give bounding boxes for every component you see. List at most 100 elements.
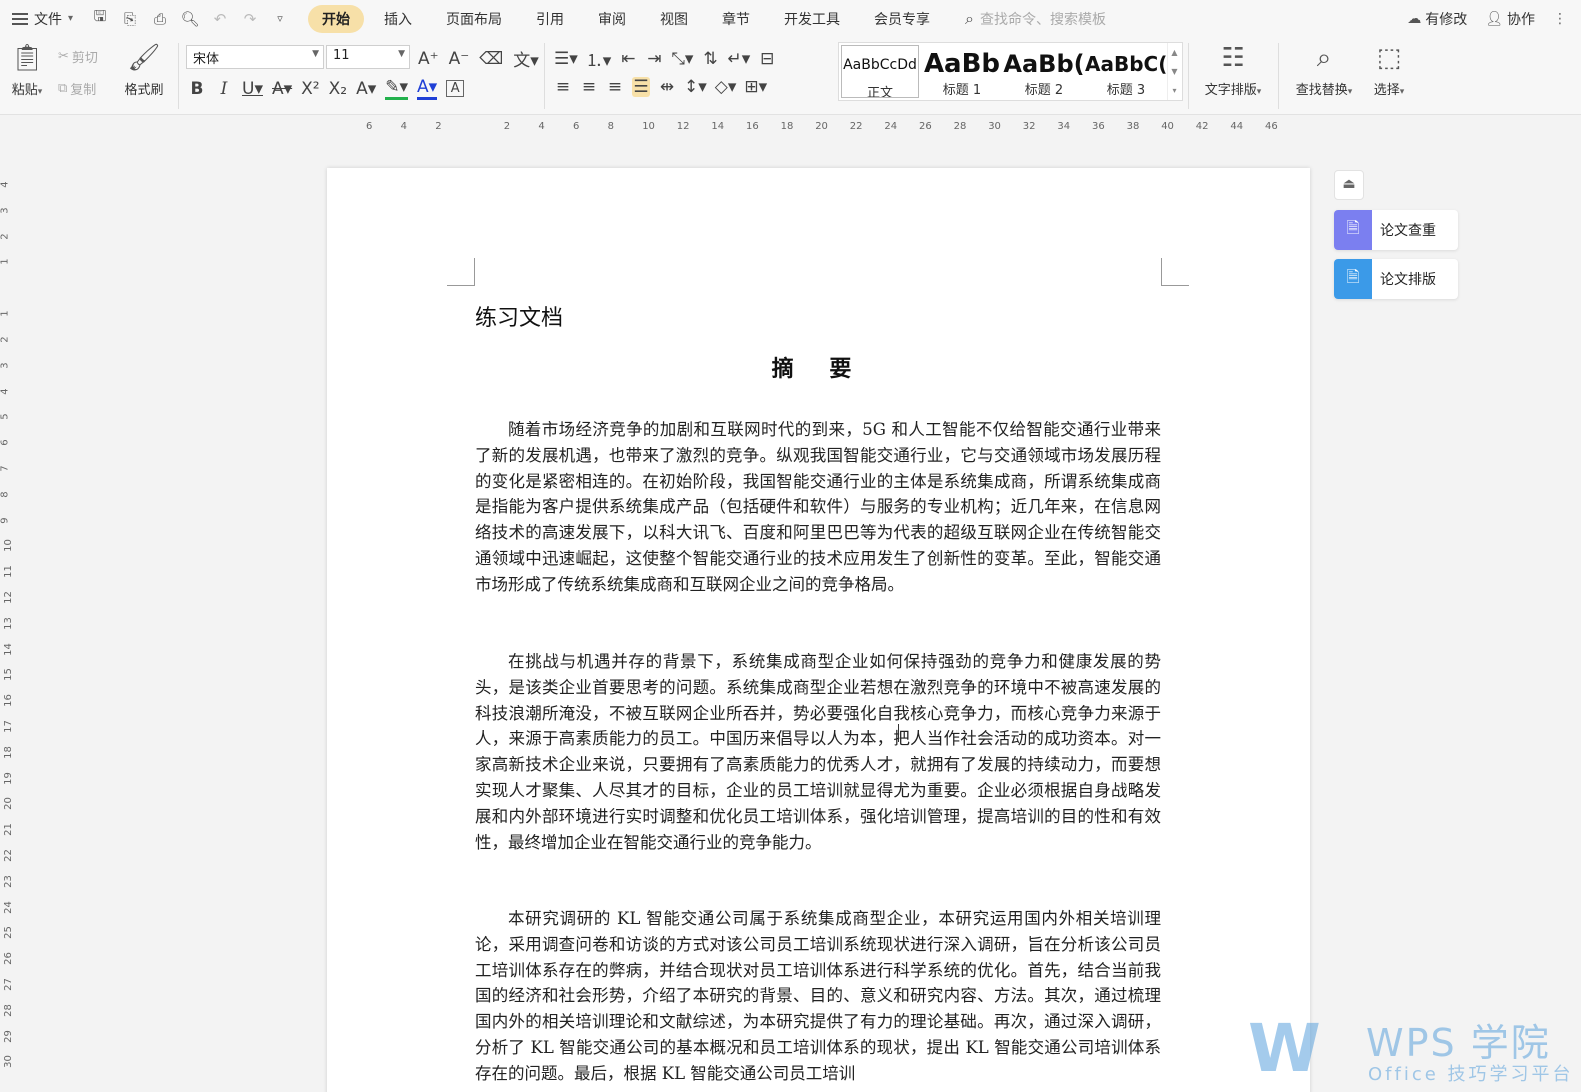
- tab-review[interactable]: 审阅: [584, 5, 640, 33]
- subscript-icon[interactable]: X₂: [329, 79, 347, 99]
- pinyin-icon[interactable]: 文▾: [513, 46, 539, 71]
- styles-scroll[interactable]: ▲ ▼ ▾: [1167, 43, 1181, 100]
- watermark-brand: WPS 学院: [1366, 1021, 1551, 1065]
- underline-icon[interactable]: U▾: [242, 79, 263, 99]
- document-page[interactable]: 练习文档 摘 要 随着市场经济竞争的加剧和互联网时代的到来，5G 和人工智能不仅…: [327, 168, 1310, 1092]
- plagiarism-check-button[interactable]: 🗎 论文查重: [1334, 210, 1458, 250]
- ruler-number: 6: [0, 439, 11, 446]
- align-right-icon[interactable]: ≡: [606, 77, 624, 97]
- expand-styles-icon[interactable]: ▾: [1168, 81, 1181, 100]
- style-heading-2[interactable]: AaBb( 标题 2: [1003, 43, 1085, 100]
- tab-insert[interactable]: 插入: [370, 5, 426, 33]
- grow-font-icon[interactable]: A⁺: [418, 49, 439, 69]
- tab-ruler-icon[interactable]: ⊟: [758, 49, 776, 69]
- chevron-down-icon: ▼: [312, 49, 319, 59]
- divider: [544, 43, 545, 109]
- hamburger-icon: [12, 12, 28, 25]
- menu-bar: 文件 ▾ 🖫 ⎘ ⎙ 🔍︎ ↶ ↷ ▿ 开始 插入 页面布局 引用 审阅 视图 …: [0, 0, 1581, 37]
- find-replace-button[interactable]: ⌕ 查找替换▾: [1286, 41, 1362, 98]
- vertical-ruler[interactable]: 4 3 2 1 1 2 3 4 5 6 7 8 9 10 11 12 13 14 15 16 17 18 19 20 21 22 2…: [0, 139, 16, 1092]
- doc-search-icon: 🗎: [1334, 210, 1372, 250]
- char-border-icon[interactable]: A: [446, 80, 465, 97]
- line-spacing-icon[interactable]: ↕▾: [684, 77, 707, 97]
- increase-indent-icon[interactable]: ⇥: [645, 49, 663, 69]
- shrink-font-icon[interactable]: A⁻: [449, 49, 470, 69]
- show-marks-icon[interactable]: ↵▾: [727, 49, 750, 69]
- font-color-icon[interactable]: A▾: [417, 77, 438, 100]
- tab-developer[interactable]: 开发工具: [770, 5, 854, 33]
- font-size-select[interactable]: 11 ▼: [326, 45, 410, 69]
- scroll-up-icon[interactable]: ▲: [1168, 43, 1181, 62]
- style-sample: AaBb: [923, 49, 1001, 79]
- undo-icon[interactable]: ↶: [209, 10, 231, 28]
- ruler-number: 12: [676, 121, 690, 132]
- font-name-select[interactable]: 宋体 ▼: [186, 45, 324, 69]
- borders-icon[interactable]: ⊞▾: [744, 77, 767, 97]
- horizontal-ruler[interactable]: 6 4 2 2 4 6 8 10 12 14 16 18 20 22 24 26 28 30 32 34 36 38 40 4…: [0, 115, 1581, 139]
- superscript-icon[interactable]: X²: [301, 79, 319, 99]
- ruler-number: 4: [0, 387, 11, 395]
- ruler-number: 6: [366, 121, 373, 132]
- align-left-icon[interactable]: ≡: [554, 77, 572, 97]
- style-normal[interactable]: AaBbCcDd 正文: [841, 45, 919, 98]
- distributed-icon[interactable]: ⇹: [658, 77, 676, 97]
- format-painter-button[interactable]: 🖌︎ 格式刷: [120, 41, 168, 98]
- ruler-number: 4: [538, 121, 545, 132]
- ruler-number: 18: [780, 121, 794, 132]
- cut-button[interactable]: ✂ 剪切: [58, 47, 98, 66]
- print-preview-icon[interactable]: 🔍︎: [179, 10, 201, 28]
- text-layout-button[interactable]: ☷ 文字排版▾: [1196, 41, 1270, 98]
- ruler-number: 28: [953, 121, 967, 132]
- thesis-format-button[interactable]: 🗎 论文排版: [1334, 259, 1458, 299]
- strikethrough-icon[interactable]: A▾: [272, 79, 292, 99]
- scroll-down-icon[interactable]: ▼: [1168, 62, 1181, 81]
- collaborate-button[interactable]: 👤︎ 协作: [1485, 9, 1535, 29]
- export-icon[interactable]: ⎘: [119, 10, 141, 28]
- text-layout-icon: ☷: [1221, 43, 1245, 73]
- ruler-number: 18: [2, 745, 14, 759]
- tab-home[interactable]: 开始: [308, 4, 365, 33]
- select-button[interactable]: ⬚ 选择▾: [1366, 41, 1412, 98]
- style-sample: AaBbCcDd: [843, 57, 917, 73]
- copy-button[interactable]: ⧉ 复制: [58, 79, 96, 98]
- save-icon[interactable]: 🖫: [89, 6, 111, 31]
- more-icon[interactable]: ⋮: [1553, 11, 1567, 27]
- style-heading-1[interactable]: AaBb 标题 1: [921, 43, 1003, 100]
- tab-references[interactable]: 引用: [522, 5, 578, 33]
- numbered-list-icon[interactable]: ⒈▾: [586, 46, 612, 71]
- tab-member[interactable]: 会员专享: [860, 5, 944, 33]
- clear-format-icon[interactable]: ⌫: [479, 49, 503, 69]
- changes-button[interactable]: ☁ 有修改: [1407, 9, 1467, 29]
- bullet-list-icon[interactable]: ☰▾: [554, 49, 578, 69]
- style-heading-3[interactable]: AaBbC( 标题 3: [1085, 43, 1167, 100]
- ruler-number: 20: [2, 797, 14, 811]
- bold-icon[interactable]: B: [188, 79, 206, 99]
- paste-button[interactable]: 📋︎ 粘贴▾: [6, 41, 48, 98]
- ruler-scale: 6 4 2 2 4 6 8 10 12 14 16 18 20 22 24 26 28 30 32 34 36 38 40 4…: [342, 118, 1302, 136]
- scissors-icon: ✂: [58, 49, 69, 64]
- decrease-indent-icon[interactable]: ⇤: [619, 49, 637, 69]
- align-center-icon[interactable]: ≡: [580, 77, 598, 97]
- shading-icon[interactable]: ◇▾: [715, 77, 737, 97]
- text-direction-icon[interactable]: ⤡▾: [671, 49, 693, 69]
- tab-view[interactable]: 视图: [646, 5, 702, 33]
- file-menu-button[interactable]: 文件 ▾: [0, 0, 83, 37]
- redo-icon[interactable]: ↷: [239, 10, 261, 28]
- ruler-number: 20: [815, 121, 828, 132]
- text-effect-icon[interactable]: A▾: [356, 79, 376, 99]
- tab-page-layout[interactable]: 页面布局: [432, 5, 516, 33]
- style-sample: AaBb(: [1003, 50, 1085, 78]
- print-icon[interactable]: ⎙: [149, 10, 171, 28]
- sort-icon[interactable]: ⇅: [701, 49, 719, 69]
- ruler-number: 1: [0, 258, 11, 266]
- font-size-value: 11: [333, 48, 350, 63]
- italic-icon[interactable]: I: [215, 79, 233, 99]
- customize-toolbar-icon[interactable]: ▿: [269, 12, 291, 25]
- highlight-color-icon[interactable]: ✎▾: [385, 77, 409, 100]
- command-search[interactable]: ⌕ 查找命令、搜索模板: [965, 9, 1106, 29]
- font-tools-row2: B I U▾ A▾ X² X₂ A▾ ✎▾ A▾ A: [188, 77, 465, 100]
- divider: [178, 43, 179, 109]
- justify-icon[interactable]: ☰: [632, 77, 650, 97]
- tab-section[interactable]: 章节: [708, 5, 764, 33]
- collapse-panel-button[interactable]: ⏏: [1334, 170, 1364, 200]
